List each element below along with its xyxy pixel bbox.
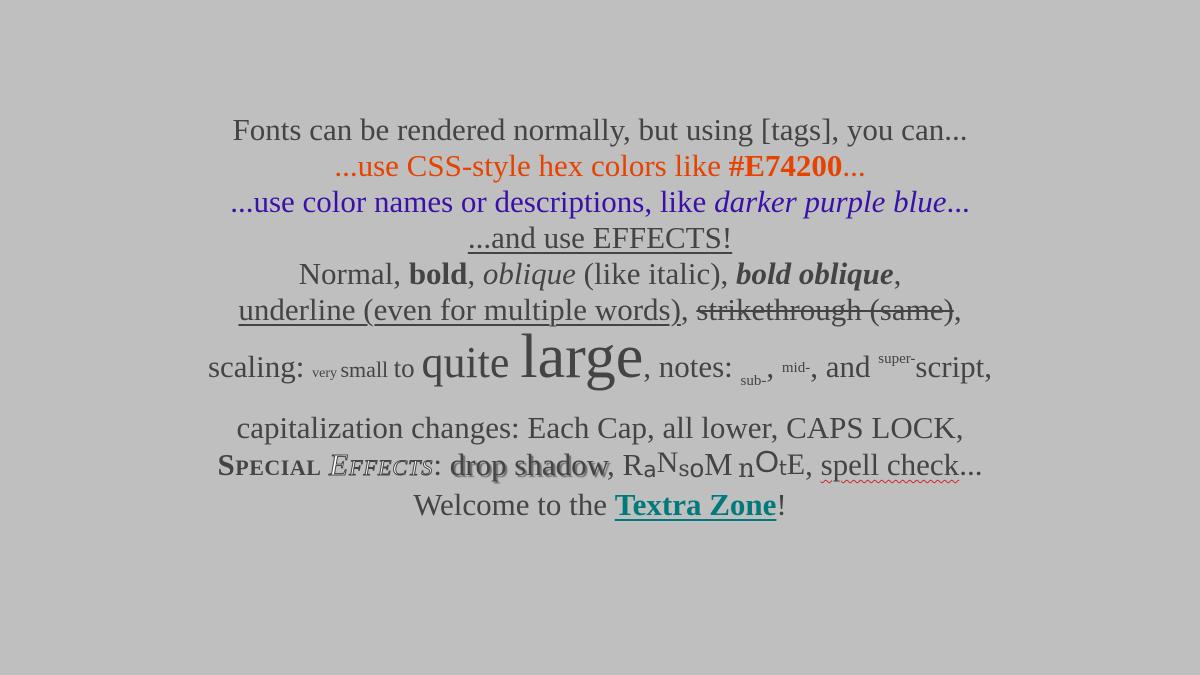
scaling-label: scaling: — [207, 349, 313, 384]
oblique-text: oblique — [482, 256, 576, 291]
line-styles: Normal, bold, oblique (like italic), bol… — [0, 256, 1200, 292]
superscript-text: super- — [878, 351, 916, 367]
strikethrough-text: strikethrough (same) — [696, 292, 954, 327]
line-scaling: scaling: very small to quite large, note… — [0, 326, 1200, 410]
script-text: script, — [915, 349, 993, 384]
ransom-note-text: RaNsoM nOtE — [622, 444, 806, 484]
ransom-letter: M — [704, 446, 733, 482]
bold-text: bold — [408, 256, 468, 291]
notes-sep: , — [766, 349, 782, 384]
line-hex-colors: ...use CSS-style hex colors like #E74200… — [0, 148, 1200, 184]
line-intro: Fonts can be rendered normally, but usin… — [232, 112, 968, 147]
line-color-names: ...use color names or descriptions, like… — [0, 184, 1200, 220]
ransom-letter: N — [656, 446, 679, 479]
normal-text: Normal, — [298, 256, 409, 291]
hex-text: ...use CSS-style hex colors like — [334, 148, 729, 183]
midscript-text: mid- — [781, 360, 811, 376]
like-italic-text: (like italic), — [575, 256, 737, 291]
text-showcase: Fonts can be rendered normally, but usin… — [0, 112, 1200, 523]
spell-check-text: spell check — [820, 447, 960, 482]
line-effects-heading: ...and use EFFECTS! — [0, 220, 1200, 256]
ransom-letter: o — [689, 453, 705, 483]
color-description: darker purple blue — [714, 184, 947, 219]
hex-code: #E74200 — [728, 148, 843, 183]
special-sep-2: , — [805, 447, 821, 482]
line-welcome: Welcome to the Textra Zone! — [0, 487, 1200, 523]
to-text: to — [393, 353, 422, 383]
notes-label: , notes: — [643, 349, 741, 384]
drop-shadow-text: drop shadow — [449, 447, 607, 482]
welcome-end: ! — [776, 487, 787, 522]
special-end: ... — [959, 447, 983, 482]
color-names-ellipsis: ... — [946, 184, 970, 219]
styles-sep-1: , — [467, 256, 483, 291]
large-text: large — [520, 323, 644, 391]
special-sep: , — [607, 447, 623, 482]
ransom-letter: R — [622, 447, 644, 482]
small-text: small — [340, 357, 394, 382]
notes-and: , and — [810, 349, 879, 384]
bold-oblique-text: bold oblique — [736, 256, 894, 291]
ransom-letter: n — [738, 454, 755, 484]
very-text: very — [312, 366, 341, 381]
effects-outline-text: Effects — [329, 447, 434, 483]
ransom-letter: s — [678, 457, 690, 482]
textra-zone-link[interactable]: Textra Zone — [615, 487, 777, 522]
ransom-letter: O — [754, 444, 779, 479]
ransom-letter: E — [786, 448, 806, 481]
ransom-letter: a — [643, 458, 657, 483]
underline-text: underline (even for multiple words) — [238, 292, 681, 327]
special-text: Special — [217, 447, 322, 482]
decorations-end: , — [953, 292, 962, 327]
styles-end: , — [893, 256, 902, 291]
hex-ellipsis: ... — [842, 148, 866, 183]
subscript-text: sub- — [740, 373, 767, 389]
color-names-text: ...use color names or descriptions, like — [230, 184, 715, 219]
special-colon: : — [433, 447, 450, 482]
line-capitalization: capitalization changes: Each Cap, all lo… — [236, 410, 964, 445]
line-special-effects: Special Effects: drop shadow, RaNsoM nOt… — [0, 444, 1200, 487]
ransom-letter: t — [778, 456, 787, 480]
decorations-sep: , — [680, 292, 697, 327]
welcome-text: Welcome to the — [413, 487, 615, 522]
quite-text: quite — [421, 338, 521, 387]
effects-heading: ...and use EFFECTS! — [467, 220, 733, 255]
